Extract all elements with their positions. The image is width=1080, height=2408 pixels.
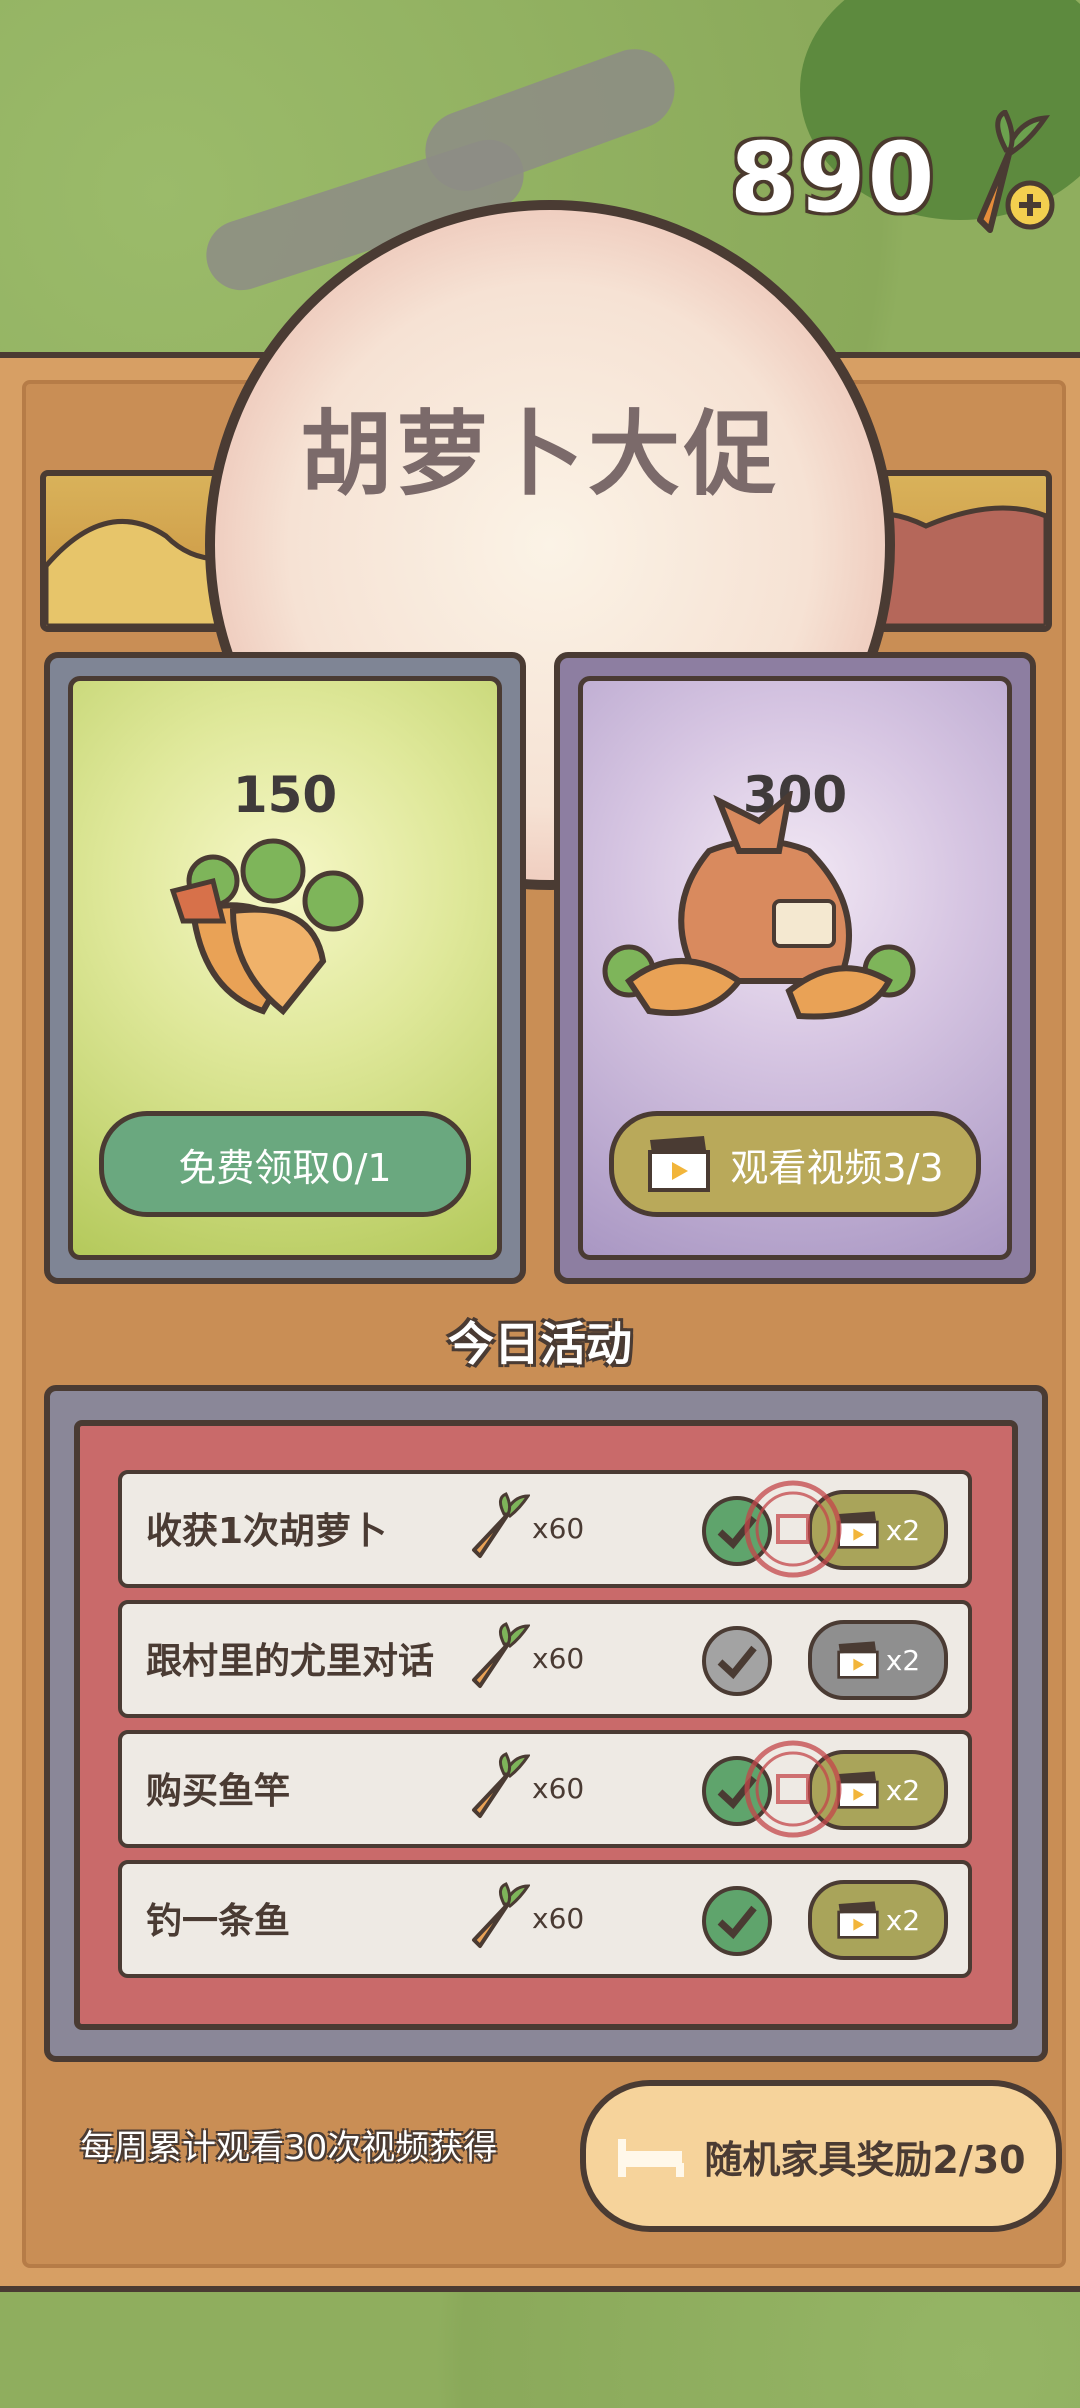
activity-row: 跟村里的尤里对话 x60 x2 [118, 1600, 972, 1718]
furniture-reward-button[interactable]: 随机家具奖励2/30 [580, 2080, 1062, 2232]
double-reward-button[interactable]: x2 [808, 1620, 948, 1700]
carrot-icon [472, 1882, 530, 1948]
double-reward-button[interactable]: x2 [808, 1880, 948, 1960]
stamp-icon [744, 1480, 842, 1578]
carrot-bundle-icon [169, 838, 364, 1016]
watch-video-button[interactable]: 观看视频3/3 [609, 1111, 981, 1217]
stamp-icon [744, 1740, 842, 1838]
bed-icon [618, 2139, 685, 2177]
carrot-sack-icon [602, 791, 916, 1020]
reward-count: x60 [532, 1512, 585, 1545]
currency-display[interactable]: 890 [730, 110, 1060, 240]
check-icon [702, 1626, 772, 1696]
carrot-plus-icon[interactable] [950, 110, 1060, 240]
carrot-icon [472, 1492, 530, 1558]
card-face: 150 免费领取0/1 [68, 676, 502, 1260]
reward-count: x60 [532, 1902, 585, 1935]
carrot-icon [472, 1752, 530, 1818]
double-reward-label: x2 [885, 1903, 921, 1937]
video-carrot-card: 300 观看视频3/3 [554, 652, 1036, 1284]
task-name: 钓一条鱼 [146, 1901, 291, 1942]
card-amount: 150 [232, 766, 338, 824]
watch-video-label: 观看视频3/3 [730, 1145, 944, 1190]
clapperboard-icon [837, 1901, 879, 1939]
activity-heading: 今日活动 [448, 1317, 632, 1371]
reward-count: x60 [532, 1772, 585, 1805]
weekly-label: 每周累计观看30次视频获得 [80, 2128, 498, 2168]
card-face: 300 观看视频3/3 [578, 676, 1012, 1260]
task-name: 跟村里的尤里对话 [146, 1641, 435, 1682]
free-claim-label: 免费领取0/1 [178, 1145, 392, 1190]
clapperboard-icon [837, 1641, 879, 1679]
activity-row: 购买鱼竿 x60 x2 [118, 1730, 972, 1848]
carrot-icon [472, 1622, 530, 1688]
double-reward-label: x2 [885, 1643, 921, 1677]
task-name: 收获1次胡萝卜 [146, 1511, 388, 1552]
reward-count: x60 [532, 1642, 585, 1675]
clapperboard-icon [648, 1136, 711, 1192]
free-carrot-card: 150 免费领取0/1 [44, 652, 526, 1284]
task-name: 购买鱼竿 [146, 1771, 291, 1812]
check-icon [702, 1886, 772, 1956]
double-reward-label: x2 [885, 1773, 921, 1807]
activity-row: 收获1次胡萝卜 x60 x2 [118, 1470, 972, 1588]
activity-row: 钓一条鱼 x60 x2 [118, 1860, 972, 1978]
page-title: 胡萝卜大促 [299, 401, 780, 508]
double-reward-label: x2 [885, 1513, 921, 1547]
free-claim-button[interactable]: 免费领取0/1 [99, 1111, 471, 1217]
currency-amount: 890 [730, 122, 937, 234]
furniture-reward-label: 随机家具奖励2/30 [704, 2137, 1026, 2182]
